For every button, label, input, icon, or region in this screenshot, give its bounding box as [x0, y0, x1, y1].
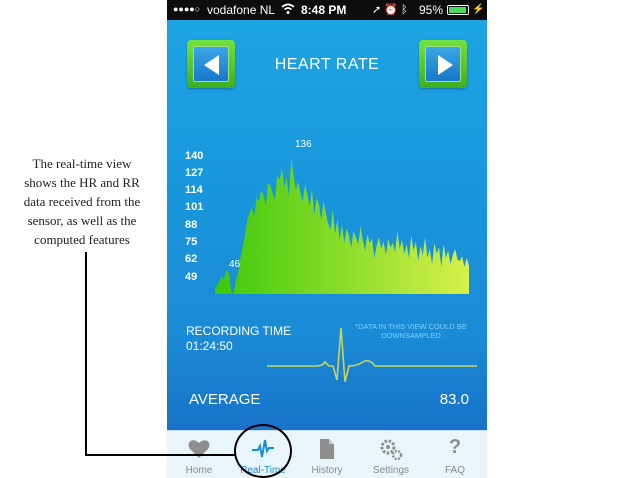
tab-label: Settings — [372, 465, 410, 476]
average-label: AVERAGE — [189, 391, 261, 408]
next-button[interactable] — [419, 40, 467, 88]
max-value-label: 136 — [295, 139, 312, 150]
location-icon: ➚ — [372, 4, 382, 16]
arrow-right-icon — [438, 55, 453, 75]
battery-percent: 95% — [419, 3, 444, 17]
y-tick: 62 — [185, 253, 198, 265]
status-time: 8:48 PM — [301, 3, 347, 17]
tab-settings[interactable]: Settings — [359, 431, 423, 478]
annotation-line: computed features — [34, 232, 130, 247]
heart-rate-area — [215, 159, 469, 294]
tab-label: History — [311, 465, 343, 476]
y-tick: 127 — [185, 167, 204, 179]
charging-icon: ⚡ — [472, 4, 485, 15]
document-icon — [320, 439, 334, 459]
annotation-line: sensor, as well as the — [27, 213, 137, 228]
status-bar: ●●●●○ vodafone NL 8:48 PM ➚ ⏰ ᛒ 95% ⚡ — [167, 0, 487, 20]
tab-label: FAQ — [444, 465, 465, 476]
y-tick: 140 — [185, 150, 204, 162]
annotation-line: data received from the — [23, 194, 141, 209]
average-value: 83.0 — [439, 391, 469, 408]
bluetooth-icon: ᛒ — [401, 4, 408, 16]
battery-icon — [447, 5, 469, 15]
min-value-label: 46 — [229, 259, 241, 270]
callout-circle — [234, 424, 292, 478]
downsample-note: *DATA IN THIS VIEW COULD BE DOWNSAMPLED — [355, 322, 467, 340]
tab-label: Home — [185, 465, 213, 476]
carrier-name: vodafone NL — [207, 3, 276, 17]
heart-rate-chart — [215, 159, 469, 294]
recording-time-label: RECORDING TIME — [186, 324, 292, 338]
callout-line — [85, 454, 235, 456]
y-tick: 114 — [185, 184, 203, 196]
battery-level — [449, 7, 467, 13]
callout-line — [85, 252, 87, 456]
y-tick: 101 — [185, 201, 204, 213]
gears-icon — [380, 439, 403, 461]
annotation-text: The real-time view shows the HR and RR d… — [8, 154, 156, 249]
annotation-line: shows the HR and RR — [24, 175, 140, 190]
wifi-icon — [281, 3, 295, 18]
y-tick: 88 — [185, 219, 198, 231]
tab-history[interactable]: History — [295, 431, 359, 478]
phone-screen: ●●●●○ vodafone NL 8:48 PM ➚ ⏰ ᛒ 95% ⚡ HE… — [167, 0, 487, 478]
tab-faq[interactable]: ? FAQ — [423, 431, 487, 478]
alarm-icon: ⏰ — [384, 4, 398, 16]
y-tick: 49 — [185, 271, 198, 283]
question-icon: ? — [448, 436, 462, 458]
annotation-line: The real-time view — [32, 156, 132, 171]
heart-icon — [188, 440, 210, 458]
signal-strength: ●●●●○ — [173, 4, 201, 14]
y-tick: 75 — [185, 236, 198, 248]
recording-time-value: 01:24:50 — [186, 339, 233, 353]
